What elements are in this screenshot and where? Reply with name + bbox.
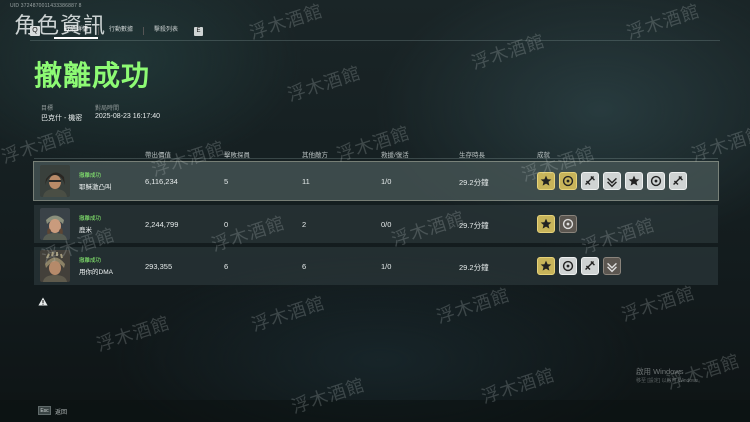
watermark: 浮木酒館 — [247, 0, 326, 45]
target-label: 目標 — [41, 106, 54, 112]
achievement-medal-icon[interactable] — [537, 172, 555, 190]
tab-bar: Q 戰績詳情 行動數據 擊殺列表 E — [30, 23, 204, 39]
tab-next-key[interactable]: E — [194, 26, 204, 36]
match-time-label: 對局時間 — [95, 106, 120, 112]
rescue-revive: 0/0 — [381, 220, 392, 229]
achievement-medal-icon[interactable] — [559, 215, 577, 233]
other-enemies: 2 — [302, 220, 307, 229]
target-value: 巴克什 - 機密 — [41, 115, 83, 122]
tab-action-data[interactable]: 行動數據 — [99, 23, 143, 39]
survival-time: 29.7分鐘 — [459, 221, 489, 230]
back-label[interactable]: 返回 — [55, 407, 67, 416]
player-name: 鹿米 — [79, 227, 92, 234]
row-status: 撤離成功 — [79, 173, 102, 179]
achievement-medal-icon[interactable] — [581, 257, 599, 275]
avatar — [40, 165, 70, 197]
tab-battle-details[interactable]: 戰績詳情 — [54, 23, 99, 39]
tab-kill-list[interactable]: 擊殺列表 — [144, 23, 188, 39]
watermark: 浮木酒館 — [285, 62, 364, 107]
achievement-medal-icon[interactable] — [669, 172, 687, 190]
achievement-medal-icon[interactable] — [559, 172, 577, 190]
match-time-value: 2025-08-23 16:17:40 — [95, 113, 160, 120]
table-row[interactable]: 撤離成功 鹿米 2,244,799 0 2 0/0 29.7分鐘 — [34, 205, 718, 243]
achievement-medals — [537, 172, 687, 190]
achievement-medals — [537, 215, 577, 233]
watermark: 浮木酒館 — [624, 0, 703, 45]
watermark: 浮木酒館 — [94, 312, 173, 357]
watermark: 浮木酒館 — [619, 282, 698, 327]
row-status: 撤離成功 — [79, 258, 102, 264]
extraction-result-title: 撤離成功 — [34, 59, 151, 92]
achievement-medal-icon[interactable] — [647, 172, 665, 190]
avatar — [40, 208, 70, 240]
watermark: 浮木酒館 — [334, 122, 413, 167]
watermark: 浮木酒館 — [434, 284, 513, 329]
table-row[interactable]: 撤離成功 用你的DMA 293,355 6 6 1/0 29.2分鐘 — [34, 247, 718, 285]
avatar — [40, 250, 70, 282]
watermark: 浮木酒館 — [469, 30, 548, 75]
agents-defeated: 6 — [224, 262, 229, 271]
rescue-revive: 1/0 — [381, 262, 392, 271]
tab-underline — [30, 40, 720, 41]
windows-activation-subtitle: 移至 [設定] 以啟用 Windows。 — [636, 378, 704, 384]
player-name: 用你的DMA — [79, 269, 113, 276]
achievement-medal-icon[interactable] — [581, 172, 599, 190]
tab-prev-key[interactable]: Q — [30, 26, 40, 36]
watermark: 浮木酒館 — [689, 122, 750, 167]
extracted-value: 2,244,799 — [145, 220, 179, 229]
header-divider — [34, 158, 718, 159]
esc-key[interactable]: Esc — [38, 406, 51, 415]
extracted-value: 293,355 — [145, 262, 173, 271]
achievement-medal-icon[interactable] — [625, 172, 643, 190]
achievement-medals — [537, 257, 621, 275]
agents-defeated: 5 — [224, 177, 229, 186]
achievement-medal-icon[interactable] — [603, 172, 621, 190]
table-row[interactable]: 撤離成功 耶穌激凸叫 6,116,234 5 11 1/0 29.2分鐘 — [33, 161, 719, 201]
watermark: 浮木酒館 — [249, 292, 328, 337]
survival-time: 29.2分鐘 — [459, 263, 489, 272]
player-name: 耶穌激凸叫 — [79, 184, 112, 191]
row-status: 撤離成功 — [79, 216, 102, 222]
achievement-medal-icon[interactable] — [559, 257, 577, 275]
other-enemies: 11 — [302, 177, 310, 186]
achievement-medal-icon[interactable] — [603, 257, 621, 275]
rescue-revive: 1/0 — [381, 177, 392, 186]
achievement-medal-icon[interactable] — [537, 215, 555, 233]
warning-icon[interactable] — [38, 293, 48, 311]
achievement-medal-icon[interactable] — [537, 257, 555, 275]
survival-time: 29.2分鐘 — [459, 178, 489, 187]
other-enemies: 6 — [302, 262, 307, 271]
extracted-value: 6,116,234 — [145, 177, 178, 186]
agents-defeated: 0 — [224, 220, 229, 229]
footer-bar — [0, 400, 750, 422]
windows-activation-title: 啟用 Windows — [636, 367, 684, 376]
